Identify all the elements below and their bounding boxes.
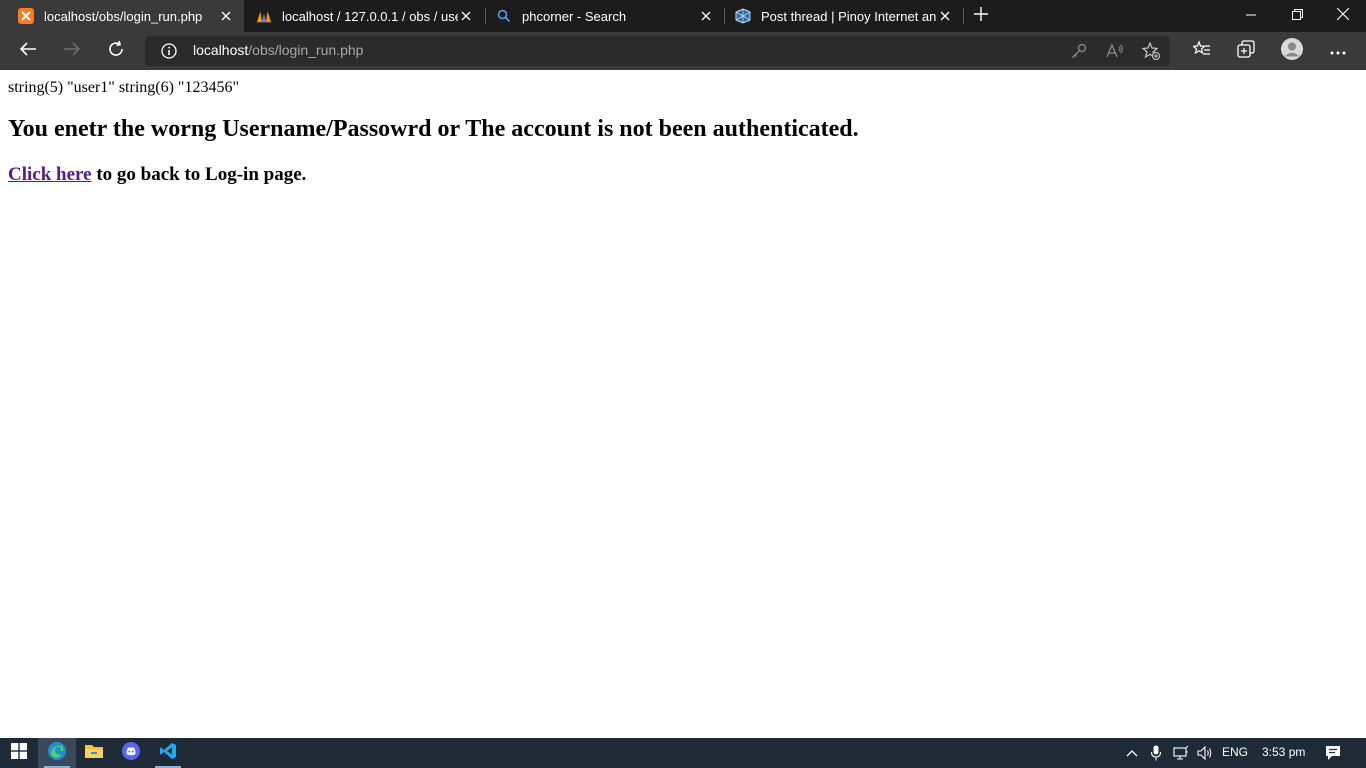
vscode-icon [159, 742, 177, 765]
address-bar[interactable]: localhost/obs/login_run.php [145, 36, 1170, 66]
url-path: /obs/login_run.php [248, 42, 364, 58]
plus-icon [974, 6, 988, 26]
start-button[interactable] [0, 738, 38, 768]
add-favorite-icon[interactable] [1141, 41, 1161, 61]
read-aloud-icon[interactable] [1105, 41, 1125, 61]
close-tab-icon[interactable] [698, 8, 714, 24]
close-tab-icon[interactable] [458, 8, 474, 24]
page-content: string(5) "user1" string(6) "123456" You… [0, 70, 1366, 738]
more-horizontal-icon [1330, 42, 1346, 60]
taskbar-vscode[interactable] [149, 738, 187, 768]
close-window-button[interactable] [1320, 0, 1366, 32]
collections-icon [1237, 39, 1255, 63]
phpmyadmin-icon [256, 8, 272, 24]
volume-icon[interactable] [1197, 745, 1213, 761]
url-host: localhost [193, 42, 249, 58]
notifications-icon[interactable] [1325, 745, 1341, 761]
tab-title: localhost/obs/login_run.php [44, 8, 203, 24]
tab-phpmyadmin[interactable]: localhost / 127.0.0.1 / obs / users [246, 0, 484, 32]
url-text[interactable]: localhost/obs/login_run.php [193, 42, 363, 58]
back-to-login-link[interactable]: Click here [8, 164, 92, 185]
arrow-left-icon [19, 41, 37, 62]
minimize-icon [1246, 7, 1256, 25]
settings-more-button[interactable] [1322, 35, 1354, 67]
taskbar-edge[interactable] [38, 738, 76, 768]
error-heading: You enetr the worng Username/Passowrd or… [8, 116, 859, 142]
site-info-icon[interactable] [161, 43, 177, 59]
edge-icon [47, 741, 67, 766]
restore-button[interactable] [1274, 0, 1320, 32]
forward-button[interactable] [56, 35, 88, 67]
tab-search[interactable]: phcorner - Search [486, 0, 724, 32]
tab-post-thread[interactable]: Post thread | Pinoy Internet and Technol… [725, 0, 963, 32]
tab-title: Post thread | Pinoy Internet and Technol… [761, 8, 937, 24]
restore-icon [1291, 7, 1303, 25]
taskbar: ENG 3:53 pm [0, 738, 1366, 768]
taskbar-clock[interactable]: 3:53 pm [1262, 745, 1305, 759]
var-dump-output: string(5) "user1" string(6) "123456" [8, 79, 239, 96]
close-tab-icon[interactable] [218, 8, 234, 24]
back-to-login-line: Click here to go back to Log-in page. [8, 164, 306, 186]
taskbar-discord[interactable] [112, 738, 150, 768]
profile-button[interactable] [1276, 35, 1308, 67]
refresh-button[interactable] [100, 35, 132, 67]
tab-strip: localhost/obs/login_run.php localhost / … [0, 0, 1366, 32]
close-icon [1336, 7, 1350, 25]
arrow-right-icon [63, 41, 81, 62]
show-hidden-icons-chevron-icon[interactable] [1124, 745, 1140, 761]
taskbar-file-explorer[interactable] [75, 738, 113, 768]
tab-title: phcorner - Search [522, 8, 627, 24]
avatar [1280, 37, 1304, 66]
favorites-button[interactable] [1186, 35, 1218, 67]
file-explorer-icon [85, 743, 103, 764]
xampp-icon [18, 8, 34, 24]
new-tab-button[interactable] [959, 0, 1003, 32]
back-button[interactable] [12, 35, 44, 67]
microphone-icon[interactable] [1148, 745, 1164, 761]
search-icon [496, 8, 512, 24]
discord-icon [122, 741, 140, 765]
network-icon[interactable] [1173, 745, 1189, 761]
passwords-key-icon[interactable] [1069, 41, 1089, 61]
favorites-list-icon [1192, 39, 1211, 63]
browser-toolbar: localhost/obs/login_run.php [0, 32, 1366, 70]
minimize-button[interactable] [1228, 0, 1274, 32]
start-icon [11, 742, 27, 764]
close-tab-icon[interactable] [937, 8, 953, 24]
refresh-icon [107, 40, 125, 63]
tab-login-run[interactable]: localhost/obs/login_run.php [0, 0, 244, 32]
back-to-login-text: to go back to Log-in page. [91, 164, 307, 185]
input-language[interactable]: ENG [1222, 745, 1248, 759]
tab-title: localhost / 127.0.0.1 / obs / users [282, 8, 458, 24]
collections-button[interactable] [1230, 35, 1262, 67]
phcorner-icon [735, 8, 751, 24]
